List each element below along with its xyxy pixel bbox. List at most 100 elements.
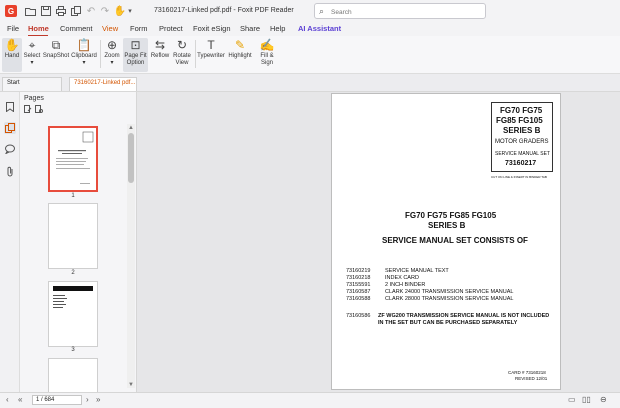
menu-foxit-esign[interactable]: Foxit eSign bbox=[193, 24, 231, 33]
item-code: 73160588 bbox=[346, 296, 371, 302]
item-code: 73155591 bbox=[346, 282, 371, 288]
note-text: ZF WG200 TRANSMISSION SERVICE MANUAL IS … bbox=[378, 313, 550, 319]
typewriter-icon: T bbox=[207, 38, 215, 52]
snapshot-button[interactable]: ⧉ SnapShot bbox=[43, 38, 69, 72]
save-icon[interactable] bbox=[40, 5, 52, 17]
select-tool-button[interactable]: ⌖ Select ▾ bbox=[22, 38, 42, 72]
menu-view[interactable]: View bbox=[102, 24, 118, 33]
hand-tool-button[interactable]: ✋ Hand bbox=[2, 38, 22, 72]
note-code: 73160586 bbox=[346, 313, 371, 319]
bookmark-icon[interactable] bbox=[4, 101, 16, 113]
first-page-icon[interactable]: « bbox=[18, 395, 22, 404]
box-line: FG85 FG105 bbox=[496, 116, 543, 125]
clipboard-icon: 📋 bbox=[76, 38, 92, 52]
app-logo: G bbox=[5, 5, 17, 17]
box-line: MOTOR GRADERS bbox=[495, 139, 549, 145]
ribbon-separator bbox=[195, 40, 196, 68]
scroll-up-icon[interactable]: ▲ bbox=[128, 125, 134, 131]
hand-icon: ✋ bbox=[4, 38, 20, 52]
page-number-label: 2 bbox=[71, 270, 75, 276]
doc-heading: FG70 FG75 FG85 FG105 bbox=[405, 211, 497, 220]
last-page-icon[interactable]: » bbox=[96, 395, 100, 404]
chevron-down-icon: ▾ bbox=[82, 60, 86, 66]
status-bar bbox=[0, 392, 620, 408]
item-desc: CLARK 24000 TRANSMISSION SERVICE MANUAL bbox=[385, 289, 514, 295]
zoom-out-icon[interactable]: ⊖ bbox=[600, 395, 607, 404]
clipboard-button[interactable]: 📋 Clipboard ▾ bbox=[70, 38, 98, 72]
redo-icon[interactable]: ↷ bbox=[99, 5, 111, 17]
box-caption: CUT ON LINE & INSERT IN BINDER TAB bbox=[491, 175, 547, 179]
folder-icon[interactable] bbox=[24, 5, 36, 17]
view-mode-icon[interactable]: ▭ bbox=[568, 395, 576, 404]
comments-icon[interactable] bbox=[4, 143, 16, 155]
tab-document[interactable]: 73160217-Linked pdf... bbox=[69, 77, 137, 91]
scroll-down-icon[interactable]: ▼ bbox=[128, 382, 134, 388]
next-page-icon[interactable]: › bbox=[86, 395, 89, 404]
tab-start[interactable]: Start bbox=[2, 77, 62, 91]
page-thumbnail[interactable] bbox=[48, 358, 98, 392]
revision-date: REVISED 12/01 bbox=[515, 376, 548, 381]
search-box[interactable]: ⌕ bbox=[314, 3, 486, 19]
chevron-down-icon: ▾ bbox=[110, 60, 114, 66]
item-code: 73160218 bbox=[346, 275, 371, 281]
two-page-icon[interactable]: ▯▯ bbox=[582, 395, 591, 404]
fill-sign-button[interactable]: ✍ Fill & Sign bbox=[256, 38, 278, 72]
search-input[interactable] bbox=[331, 7, 481, 17]
page-number-label: 1 bbox=[71, 193, 75, 199]
reflow-icon: ⇆ bbox=[154, 38, 166, 52]
window-title: 73160217-Linked pdf.pdf - Foxit PDF Read… bbox=[154, 7, 294, 14]
page-thumbnail[interactable] bbox=[48, 126, 98, 192]
menu-file[interactable]: File bbox=[7, 24, 19, 33]
item-desc: CLARK 28000 TRANSMISSION SERVICE MANUAL bbox=[385, 296, 514, 302]
menu-ai-assistant[interactable]: AI Assistant bbox=[298, 24, 341, 33]
previous-page-icon[interactable]: ‹ bbox=[6, 395, 9, 404]
reflow-button[interactable]: ⇆ Reflow bbox=[150, 38, 170, 72]
page-fit-icon: ⊡ bbox=[130, 38, 141, 52]
menu-form[interactable]: Form bbox=[130, 24, 148, 33]
page-thumbnail[interactable] bbox=[48, 281, 98, 347]
menu-share[interactable]: Share bbox=[240, 24, 260, 33]
chevron-down-icon: ▾ bbox=[30, 60, 34, 66]
chevron-down-icon[interactable]: ▾ bbox=[124, 5, 136, 17]
item-desc: INDEX CARD bbox=[385, 275, 419, 281]
search-icon: ⌕ bbox=[319, 6, 325, 16]
snapshot-icon: ⧉ bbox=[51, 38, 61, 52]
fill-sign-icon: ✍ bbox=[259, 38, 275, 52]
rotate-icon: ↻ bbox=[176, 38, 188, 52]
page-number-label: 3 bbox=[71, 347, 75, 353]
page-delete-icon[interactable] bbox=[35, 105, 43, 113]
box-line: SERVICE MANUAL SET bbox=[495, 151, 551, 157]
menu-comment[interactable]: Comment bbox=[60, 24, 93, 33]
pages-panel-icon[interactable] bbox=[4, 122, 16, 134]
ribbon-separator bbox=[100, 40, 101, 68]
page-options-icon[interactable] bbox=[24, 105, 32, 113]
page-number-input[interactable]: 1 / 684 bbox=[32, 395, 82, 405]
undo-icon[interactable]: ↶ bbox=[85, 5, 97, 17]
zoom-icon: ⊕ bbox=[106, 38, 118, 52]
left-icon-rail bbox=[0, 92, 20, 392]
rotate-view-button[interactable]: ↻ Rotate View bbox=[171, 38, 193, 72]
menu-help[interactable]: Help bbox=[270, 24, 285, 33]
menu-home[interactable]: Home bbox=[28, 24, 49, 33]
highlight-icon: ✎ bbox=[234, 38, 246, 52]
item-code: 73160219 bbox=[346, 268, 371, 274]
scrollbar-thumb[interactable] bbox=[128, 133, 134, 183]
item-desc: 2 INCH BINDER bbox=[385, 282, 426, 288]
box-line: FG70 FG75 bbox=[500, 106, 543, 115]
page-fit-option-button[interactable]: ⊡ Page Fit Option bbox=[123, 38, 148, 72]
note-text: IN THE SET BUT CAN BE PURCHASED SEPARATE… bbox=[378, 320, 518, 326]
zoom-button[interactable]: ⊕ Zoom ▾ bbox=[102, 38, 122, 72]
doc-heading: SERVICE MANUAL SET CONSISTS OF bbox=[382, 236, 528, 245]
print-icon[interactable] bbox=[55, 5, 67, 17]
select-cursor-icon: ⌖ bbox=[28, 38, 36, 52]
item-desc: SERVICE MANUAL TEXT bbox=[385, 268, 449, 274]
pages-panel-title: Pages bbox=[24, 95, 44, 102]
menu-protect[interactable]: Protect bbox=[159, 24, 183, 33]
attachment-icon[interactable] bbox=[4, 165, 16, 177]
highlight-button[interactable]: ✎ Highlight bbox=[227, 38, 253, 72]
typewriter-button[interactable]: T Typewriter bbox=[197, 38, 225, 72]
doc-heading: SERIES B bbox=[428, 221, 466, 230]
copy-icon[interactable] bbox=[70, 5, 82, 17]
page-thumbnail[interactable] bbox=[48, 203, 98, 269]
box-line: 73160217 bbox=[505, 160, 537, 167]
